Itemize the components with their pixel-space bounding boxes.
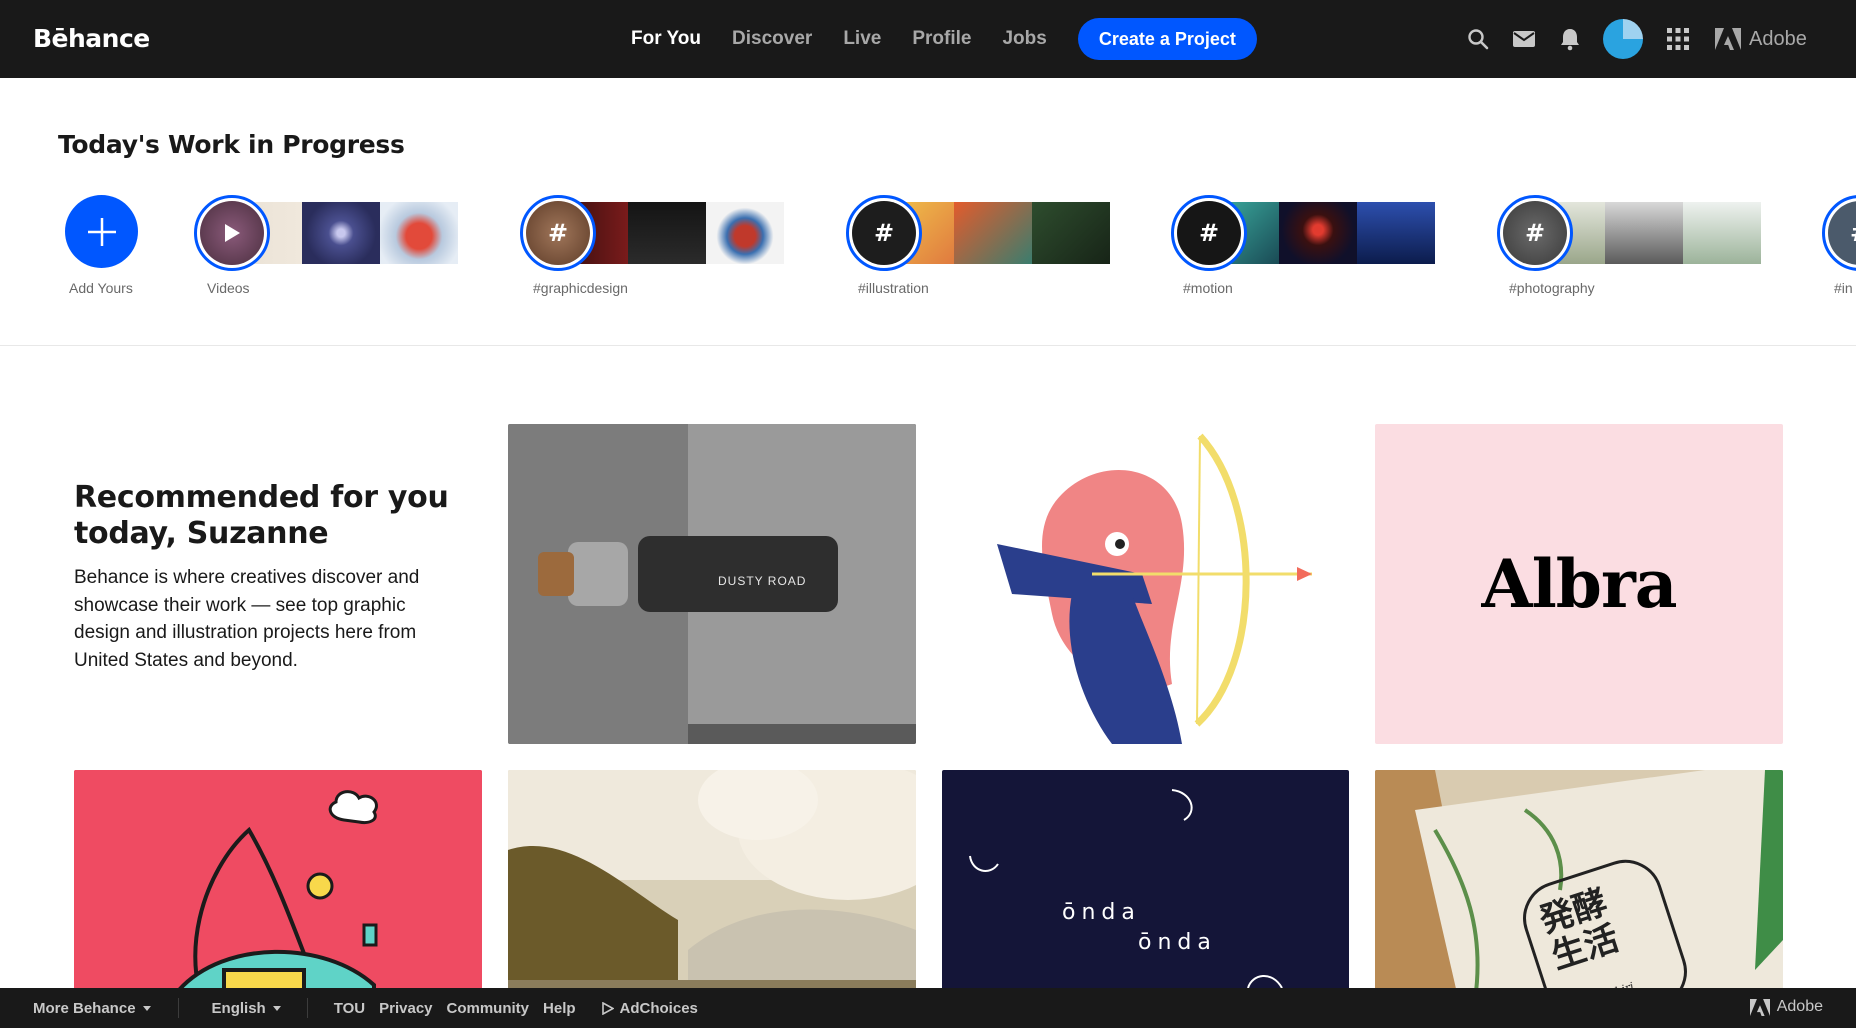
nav-for-you[interactable]: For You: [631, 28, 701, 50]
hash-icon: #: [1503, 201, 1567, 265]
card-text-onda-2: ōnda: [1138, 930, 1217, 955]
nav-discover[interactable]: Discover: [732, 28, 812, 50]
archer-illustration: [942, 424, 1349, 744]
story-label-partial: #in: [1834, 280, 1853, 296]
story-label-photography: #photography: [1509, 280, 1595, 296]
footer-link-community[interactable]: Community: [447, 1000, 530, 1017]
hash-icon: #: [1828, 201, 1856, 265]
footer-link-help[interactable]: Help: [543, 1000, 576, 1017]
language-dropdown[interactable]: English: [212, 1000, 281, 1017]
story-videos[interactable]: [194, 192, 468, 272]
recommended-title: Recommended for you today, Suzanne: [74, 480, 449, 551]
footer-link-tou[interactable]: TOU: [334, 1000, 365, 1017]
adobe-label: Adobe: [1749, 27, 1807, 50]
apps-grid-icon[interactable]: [1665, 26, 1691, 52]
main-nav: For You Discover Live Profile Jobs Creat…: [631, 18, 1257, 60]
chevron-down-icon: [272, 1006, 281, 1012]
footer-adobe-link[interactable]: Adobe: [1749, 998, 1823, 1016]
story-label-illustration: #illustration: [858, 280, 929, 296]
story-label-motion: #motion: [1183, 280, 1233, 296]
create-project-button[interactable]: Create a Project: [1077, 18, 1257, 60]
adchoices-icon: [601, 1001, 614, 1015]
project-card-dusty-road[interactable]: DUSTY ROAD: [508, 424, 916, 744]
hash-icon: #: [1177, 201, 1241, 265]
chevron-down-icon: [142, 1006, 151, 1012]
story-motion[interactable]: #: [1171, 192, 1445, 272]
story-photography[interactable]: #: [1497, 192, 1771, 272]
hash-icon: #: [526, 201, 590, 265]
adobe-logo-icon: [1749, 998, 1770, 1016]
bottle-image: [508, 424, 916, 744]
more-behance-label: More Behance: [33, 999, 136, 1017]
story-label-graphicdesign: #graphicdesign: [533, 280, 628, 296]
footer-divider: [306, 998, 308, 1018]
wip-title: Today's Work in Progress: [58, 130, 405, 159]
add-yours-button[interactable]: [65, 195, 138, 268]
card-text-albra: Albra: [1481, 545, 1678, 623]
card-text-dusty-road: DUSTY ROAD: [718, 574, 807, 588]
avatar[interactable]: [1603, 19, 1643, 59]
nav-jobs[interactable]: Jobs: [1002, 28, 1046, 50]
bell-icon[interactable]: [1557, 26, 1583, 52]
project-card-albra[interactable]: Albra: [1375, 424, 1783, 744]
story-label-videos: Videos: [207, 280, 250, 296]
card-text-onda: ōnda: [1062, 900, 1141, 925]
play-icon: [225, 224, 240, 242]
footer-bar: More Behance English TOU Privacy Communi…: [0, 988, 1856, 1028]
footer-adobe-label: Adobe: [1776, 998, 1823, 1015]
nav-live[interactable]: Live: [843, 28, 881, 50]
mail-icon[interactable]: [1511, 26, 1537, 52]
story-graphicdesign[interactable]: #: [520, 192, 794, 272]
footer-link-privacy[interactable]: Privacy: [379, 1000, 432, 1017]
top-navbar: Bēhance For You Discover Live Profile Jo…: [0, 0, 1856, 78]
footer-divider: [177, 998, 179, 1018]
section-divider: [0, 345, 1856, 346]
adchoices-link[interactable]: AdChoices: [601, 999, 698, 1017]
recommended-description: Behance is where creatives discover and …: [74, 567, 420, 671]
search-icon[interactable]: [1465, 26, 1491, 52]
language-label: English: [211, 999, 266, 1017]
nav-profile[interactable]: Profile: [912, 28, 971, 50]
add-yours-label: Add Yours: [69, 280, 133, 296]
header-actions: Adobe: [1465, 18, 1807, 60]
more-behance-dropdown[interactable]: More Behance: [33, 1000, 151, 1017]
project-card-archer[interactable]: [942, 424, 1349, 744]
adobe-logo-icon: [1715, 28, 1741, 50]
adobe-link[interactable]: Adobe: [1715, 28, 1807, 51]
wip-stories: Add Yours Videos # #graphicdesign # #ill…: [0, 192, 1856, 312]
adchoices-label: AdChoices: [619, 999, 698, 1017]
plus-icon: [87, 217, 116, 246]
story-partial[interactable]: #: [1822, 192, 1856, 272]
behance-logo[interactable]: Bēhance: [33, 24, 150, 53]
story-illustration[interactable]: #: [846, 192, 1120, 272]
hash-icon: #: [852, 201, 916, 265]
